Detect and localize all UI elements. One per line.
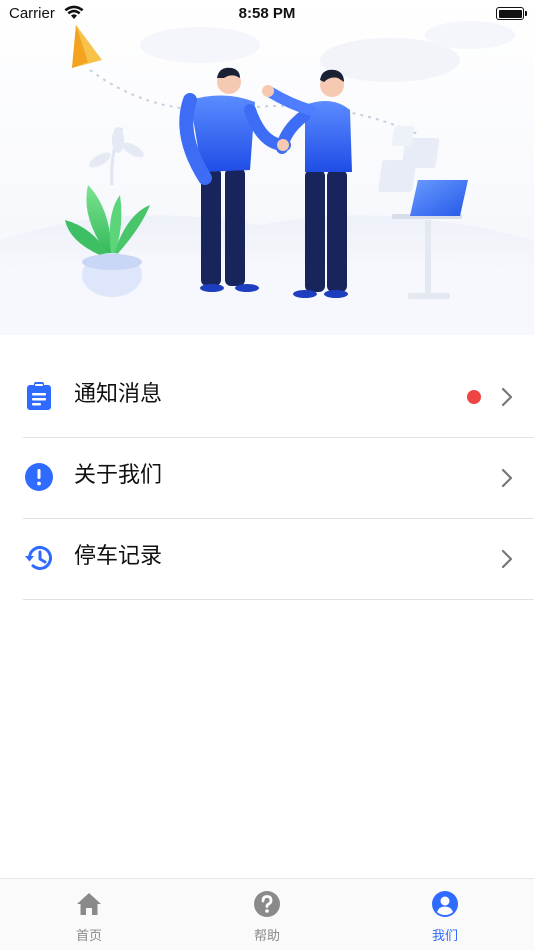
menu-item-label: 通知消息 <box>74 382 163 407</box>
menu-item-notifications[interactable]: 通知消息 <box>0 357 534 438</box>
tab-label: 我们 <box>431 929 458 944</box>
tab-home[interactable]: 首页 <box>0 879 178 950</box>
hero-illustration <box>0 0 534 335</box>
menu-item-label: 停车记录 <box>74 544 163 569</box>
divider <box>23 599 534 600</box>
status-bar: Carrier 8:58 PM <box>0 0 534 28</box>
tab-label: 帮助 <box>253 929 280 944</box>
help-icon <box>253 890 281 918</box>
battery-icon <box>496 7 527 20</box>
clock: 8:58 PM <box>238 5 296 22</box>
chevron-right-icon <box>500 467 514 489</box>
tab-help[interactable]: 帮助 <box>178 879 356 950</box>
menu-item-about-us[interactable]: 关于我们 <box>0 438 534 519</box>
tab-bar: 首页 帮助 我们 <box>0 878 534 950</box>
tab-me[interactable]: 我们 <box>356 879 534 950</box>
chevron-right-icon <box>500 386 514 408</box>
tab-label: 首页 <box>75 929 102 944</box>
chevron-right-icon <box>500 548 514 570</box>
home-icon <box>75 890 103 918</box>
menu-item-label: 关于我们 <box>74 463 163 488</box>
clipboard-icon <box>24 381 54 411</box>
user-icon <box>431 890 459 918</box>
menu-item-parking-history[interactable]: 停车记录 <box>0 519 534 600</box>
unread-badge <box>467 390 481 404</box>
history-icon <box>24 543 54 573</box>
info-exclamation-icon <box>24 462 54 492</box>
settings-menu: 通知消息 关于我们 停车记录 <box>0 357 534 600</box>
